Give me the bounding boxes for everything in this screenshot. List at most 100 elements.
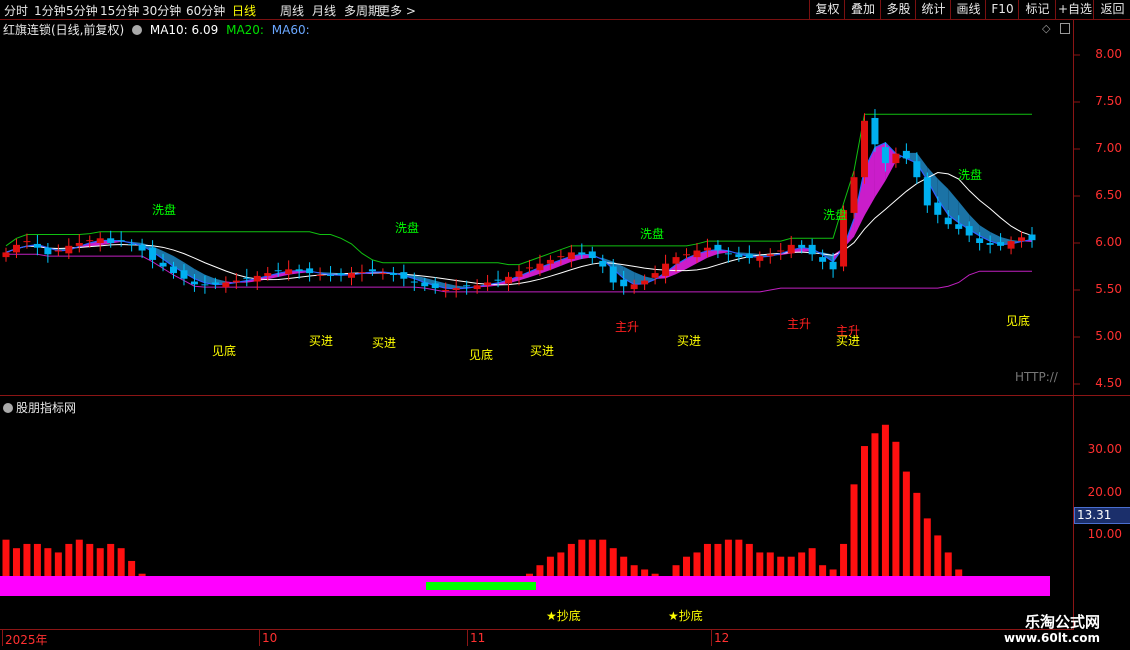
indicator-bar	[44, 548, 52, 576]
candle-body	[65, 245, 73, 254]
candle-body	[536, 263, 544, 271]
candle-body	[400, 272, 408, 279]
indicator-bar	[881, 424, 889, 576]
candle-body	[327, 274, 335, 276]
indicator-bar	[787, 556, 795, 576]
chart-canvas	[0, 54, 1080, 596]
candle-body	[630, 284, 638, 290]
candle-body	[494, 279, 502, 281]
candle-body	[557, 256, 565, 258]
candle-body	[525, 267, 533, 269]
indicator-bar	[902, 471, 910, 576]
candle-body	[850, 177, 858, 213]
candle-body	[23, 241, 31, 243]
candle-body	[672, 257, 680, 264]
candle-body	[44, 247, 52, 255]
indicator-bar	[756, 552, 764, 576]
candle-body	[777, 250, 785, 252]
candle-body	[295, 269, 303, 272]
candle-body	[33, 243, 41, 248]
indicator-bar	[777, 556, 785, 576]
indicator-bar	[766, 552, 774, 576]
indicator-bar	[923, 518, 931, 576]
indicator-tick-label: 30.00	[1087, 442, 1122, 457]
candle-body	[714, 244, 722, 251]
candle-body	[892, 153, 900, 164]
candle-body	[515, 271, 523, 277]
candle-body	[138, 244, 146, 251]
candle-body	[546, 259, 554, 264]
indicator-bar	[525, 573, 533, 576]
candle-body	[2, 252, 10, 258]
indicator-bar	[609, 548, 617, 576]
candle-body	[306, 268, 314, 274]
candle-body	[180, 270, 188, 279]
indicator-bar	[54, 552, 62, 576]
trend-ribbon-segment	[948, 188, 959, 223]
candle-body	[222, 282, 230, 288]
signal-label: 买进	[677, 334, 702, 348]
date-tick-mark	[467, 630, 468, 646]
indicator-bar	[599, 539, 607, 576]
signal-label: 买进	[372, 336, 397, 350]
candle-body	[12, 244, 20, 253]
indicator-tick-label: 10.00	[1087, 527, 1122, 542]
candle-body	[986, 243, 994, 245]
candle-body	[934, 202, 942, 215]
indicator-bar	[651, 573, 659, 576]
candle-body	[976, 238, 984, 243]
signal-label: 买进	[309, 334, 334, 348]
candle-body	[871, 117, 879, 145]
watermark-url: www.60lt.com	[1003, 631, 1100, 645]
candle-body	[1007, 241, 1015, 249]
indicator-bar	[683, 556, 691, 576]
price-tick-label: 5.50	[1095, 282, 1122, 296]
indicator-bar	[630, 565, 638, 576]
candle-body	[389, 273, 397, 275]
candle-body	[588, 251, 596, 259]
watermark-logo: 乐淘公式网	[1024, 613, 1100, 631]
candle-body	[651, 273, 659, 278]
indicator-bar	[65, 543, 73, 576]
candle-body	[170, 266, 178, 274]
date-tick-mark	[2, 630, 3, 646]
indicator-tick-label: 20.00	[1087, 484, 1122, 499]
candle-body	[703, 247, 711, 251]
signal-label: 洗盘	[395, 221, 420, 235]
candle-body	[253, 275, 261, 282]
price-tick-label: 7.50	[1095, 94, 1122, 108]
indicator-bar	[808, 548, 816, 576]
indicator-bar	[96, 548, 104, 576]
signal-label: 洗盘	[640, 227, 665, 241]
candle-body	[923, 177, 931, 206]
candle-body	[368, 269, 376, 272]
indicator-bar	[944, 552, 952, 576]
candle-body	[787, 244, 795, 254]
indicator-bar	[850, 484, 858, 576]
candle-body	[54, 250, 62, 252]
indicator-bar	[735, 539, 743, 576]
indicator-bar	[138, 573, 146, 576]
candle-body	[285, 269, 293, 275]
candle-body	[693, 250, 701, 258]
candle-body	[86, 240, 94, 242]
indicator-bar	[12, 548, 20, 576]
candle-body	[316, 274, 324, 276]
signal-label: 洗盘	[958, 168, 983, 182]
price-tick-label: 5.00	[1095, 329, 1122, 343]
indicator-bar	[798, 552, 806, 576]
candle-body	[913, 161, 921, 178]
date-tick-label: 12	[714, 631, 730, 645]
indicator-bar	[840, 543, 848, 576]
candle-body	[1028, 234, 1036, 241]
signal-label: 见底	[1006, 314, 1031, 328]
candle-body	[473, 285, 481, 290]
price-tick-label: 8.00	[1095, 47, 1122, 61]
candle-body	[264, 273, 272, 276]
candle-body	[965, 226, 973, 236]
indicator-bar	[2, 539, 10, 576]
candle-body	[881, 147, 889, 164]
indicator-bar	[819, 565, 827, 576]
candle-body	[641, 280, 649, 285]
candle-body	[756, 256, 764, 261]
